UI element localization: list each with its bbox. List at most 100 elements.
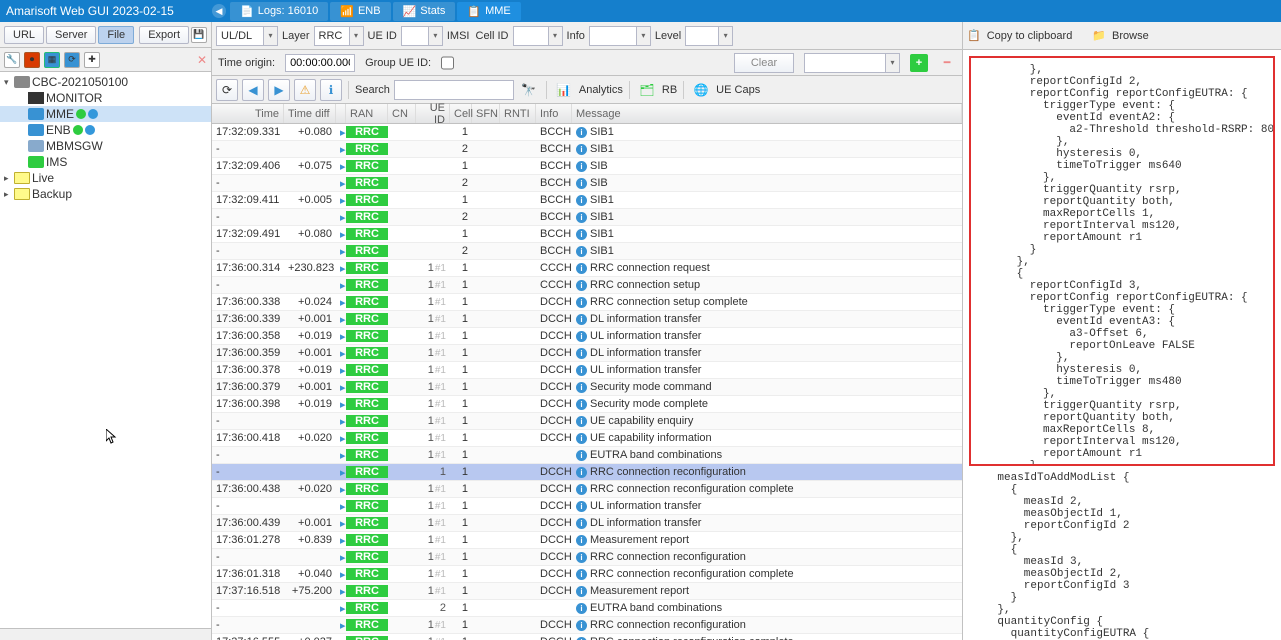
message-detail-boxed[interactable]: }, reportConfigId 2, reportConfig report…: [969, 56, 1275, 466]
right-panel: 📋Copy to clipboard 📁Browse }, reportConf…: [963, 22, 1281, 640]
log-row[interactable]: 17:32:09.411+0.005▸RRC1BCCHiSIB1: [212, 192, 962, 209]
log-row[interactable]: 17:32:09.331+0.080▸RRC1BCCHiSIB1: [212, 124, 962, 141]
log-row[interactable]: -▸RRC1#11CCCHiRRC connection setup: [212, 277, 962, 294]
monitor-icon: [28, 92, 44, 104]
left-panel: URL Server File Export 💾 🔧 ⏺ ▦ ⟳ ✚ ✕ ▾CB…: [0, 22, 212, 640]
info-icon: i: [576, 348, 587, 359]
tree-root[interactable]: ▾CBC-2021050100: [0, 74, 211, 90]
url-button[interactable]: URL: [4, 26, 44, 44]
log-row[interactable]: 17:36:00.438+0.020▸RRC1#11DCCHiRRC conne…: [212, 481, 962, 498]
log-row[interactable]: -▸RRC1#11iEUTRA band combinations: [212, 447, 962, 464]
chevron-down-icon[interactable]: ▾: [263, 27, 277, 45]
layer-combo[interactable]: LayerRRC▾: [282, 26, 364, 46]
time-origin-input[interactable]: [285, 54, 355, 72]
info-icon: i: [576, 484, 587, 495]
log-row[interactable]: 17:36:00.378+0.019▸RRC1#11DCCHiUL inform…: [212, 362, 962, 379]
tab-logs[interactable]: 📄Logs: 16010: [230, 2, 328, 21]
plus-small-icon[interactable]: ✚: [84, 52, 100, 68]
tree: ▾CBC-2021050100 MONITOR MME ENB MBMSGW I…: [0, 72, 211, 628]
analytics-link[interactable]: Analytics: [579, 84, 623, 96]
grid-body[interactable]: 17:32:09.331+0.080▸RRC1BCCHiSIB1-▸RRC2BC…: [212, 124, 962, 640]
server-button[interactable]: Server: [46, 26, 96, 44]
clear-button[interactable]: Clear: [734, 53, 794, 73]
window-icon[interactable]: ▦: [44, 52, 60, 68]
next-icon[interactable]: ▶: [268, 79, 290, 101]
chevron-down-icon[interactable]: ▾: [548, 27, 562, 45]
tree-mbmsgw[interactable]: MBMSGW: [0, 138, 211, 154]
refresh-icon[interactable]: ⟳: [64, 52, 80, 68]
ueid-combo[interactable]: UE ID▾: [368, 26, 443, 46]
log-row[interactable]: -▸RRC2BCCHiSIB1: [212, 141, 962, 158]
chevron-down-icon[interactable]: ▾: [885, 54, 899, 72]
group-ueid-checkbox[interactable]: [441, 54, 454, 72]
log-row[interactable]: 17:32:09.406+0.075▸RRC1BCCHiSIB: [212, 158, 962, 175]
tab-enb[interactable]: 📶ENB: [330, 2, 390, 21]
tab-mme[interactable]: 📋MME: [457, 2, 520, 21]
chevron-down-icon[interactable]: ▾: [349, 27, 363, 45]
tree-enb[interactable]: ENB: [0, 122, 211, 138]
prev-icon[interactable]: ◀: [242, 79, 264, 101]
log-row[interactable]: -▸RRC2BCCHiSIB1: [212, 243, 962, 260]
tree-monitor[interactable]: MONITOR: [0, 90, 211, 106]
copy-icon: 📋: [967, 29, 981, 42]
log-row[interactable]: -▸RRC11DCCHiRRC connection reconfigurati…: [212, 464, 962, 481]
minus-icon[interactable]: ━: [938, 54, 956, 72]
log-row[interactable]: 17:37:16.555+0.037▸RRC1#11DCCHiRRC conne…: [212, 634, 962, 640]
info-combo[interactable]: Info▾: [567, 26, 651, 46]
imsi-combo[interactable]: IMSI: [447, 30, 472, 42]
log-row[interactable]: -▸RRC1#11DCCHiRRC connection reconfigura…: [212, 617, 962, 634]
close-panel-icon[interactable]: ✕: [197, 53, 207, 67]
log-row[interactable]: 17:36:01.318+0.040▸RRC1#11DCCHiRRC conne…: [212, 566, 962, 583]
log-row[interactable]: 17:36:00.439+0.001▸RRC1#11DCCHiDL inform…: [212, 515, 962, 532]
log-row[interactable]: 17:36:00.379+0.001▸RRC1#11DCCHiSecurity …: [212, 379, 962, 396]
list-icon: 📋: [467, 5, 481, 18]
log-row[interactable]: 17:36:01.278+0.839▸RRC1#11DCCHiMeasureme…: [212, 532, 962, 549]
plus-icon[interactable]: +: [910, 54, 928, 72]
info-icon: i: [576, 365, 587, 376]
log-row[interactable]: 17:37:16.518+75.200▸RRC1#11DCCHiMeasurem…: [212, 583, 962, 600]
log-row[interactable]: 17:36:00.418+0.020▸RRC1#11DCCHiUE capabi…: [212, 430, 962, 447]
log-row[interactable]: -▸RRC1#11DCCHiUL information transfer: [212, 498, 962, 515]
log-row[interactable]: 17:36:00.339+0.001▸RRC1#11DCCHiDL inform…: [212, 311, 962, 328]
chart-icon: 📈: [403, 5, 417, 18]
level-combo[interactable]: Level▾: [655, 26, 733, 46]
log-row[interactable]: -▸RRC2BCCHiSIB1: [212, 209, 962, 226]
chevron-down-icon[interactable]: ▾: [636, 27, 650, 45]
info-icon[interactable]: ℹ: [320, 79, 342, 101]
collapse-left-icon[interactable]: ◀: [212, 4, 226, 18]
refresh-icon[interactable]: ⟳: [216, 79, 238, 101]
browse-button[interactable]: Browse: [1112, 30, 1149, 42]
log-row[interactable]: -▸RRC1#11DCCHiRRC connection reconfigura…: [212, 549, 962, 566]
log-row[interactable]: 17:36:00.359+0.001▸RRC1#11DCCHiDL inform…: [212, 345, 962, 362]
tree-ims[interactable]: IMS: [0, 154, 211, 170]
rb-link[interactable]: RB: [662, 84, 677, 96]
log-row[interactable]: 17:36:00.314+230.823▸RRC1#11CCCHiRRC con…: [212, 260, 962, 277]
export-button[interactable]: Export: [139, 26, 189, 44]
uecaps-link[interactable]: UE Caps: [716, 84, 760, 96]
log-row[interactable]: -▸RRC2BCCHiSIB: [212, 175, 962, 192]
copy-button[interactable]: Copy to clipboard: [987, 30, 1073, 42]
group-ueid-label: Group UE ID:: [365, 57, 431, 69]
uldl-combo[interactable]: UL/DL▾: [216, 26, 278, 46]
log-row[interactable]: -▸RRC1#11DCCHiUE capability enquiry: [212, 413, 962, 430]
log-row[interactable]: 17:36:00.398+0.019▸RRC1#11DCCHiSecurity …: [212, 396, 962, 413]
warning-icon[interactable]: ⚠: [294, 79, 316, 101]
search-input[interactable]: [394, 80, 514, 100]
tree-mme[interactable]: MME: [0, 106, 211, 122]
wrench-icon[interactable]: 🔧: [4, 52, 20, 68]
stop-icon[interactable]: ⏺: [24, 52, 40, 68]
binoculars-icon[interactable]: 🔭: [518, 79, 540, 101]
tab-stats[interactable]: 📈Stats: [393, 2, 456, 21]
log-row[interactable]: -▸RRC21iEUTRA band combinations: [212, 600, 962, 617]
chevron-down-icon[interactable]: ▾: [718, 27, 732, 45]
log-row[interactable]: 17:32:09.491+0.080▸RRC1BCCHiSIB1: [212, 226, 962, 243]
file-button[interactable]: File: [98, 26, 134, 44]
message-detail-rest[interactable]: measIdToAddModList { { measId 2, measObj…: [963, 472, 1281, 640]
tree-live[interactable]: ▸Live: [0, 170, 211, 186]
chevron-down-icon[interactable]: ▾: [428, 27, 442, 45]
tree-backup[interactable]: ▸Backup: [0, 186, 211, 202]
log-row[interactable]: 17:36:00.358+0.019▸RRC1#11DCCHiUL inform…: [212, 328, 962, 345]
cellid-combo[interactable]: Cell ID▾: [476, 26, 563, 46]
save-icon[interactable]: 💾: [191, 27, 207, 43]
log-row[interactable]: 17:36:00.338+0.024▸RRC1#11DCCHiRRC conne…: [212, 294, 962, 311]
